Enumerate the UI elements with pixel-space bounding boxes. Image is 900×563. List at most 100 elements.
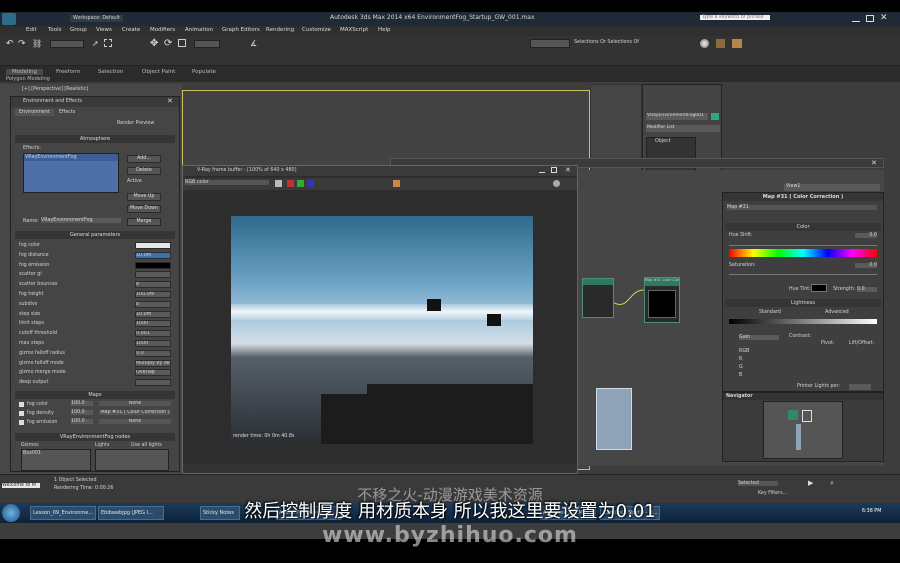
green-channel-icon[interactable] (297, 180, 304, 187)
param-value[interactable]: 8 (135, 300, 171, 308)
printer-lights-value[interactable] (849, 384, 871, 390)
general-parameters-rollout[interactable]: General parameters (15, 231, 175, 239)
menu-rendering[interactable]: Rendering (266, 27, 294, 33)
modifier-stack-item[interactable]: Object (647, 138, 695, 145)
vfb-close-icon[interactable]: ✕ (565, 166, 571, 174)
map-checkbox[interactable] (19, 402, 24, 407)
rotate-icon[interactable]: ⟳ (164, 38, 172, 49)
hue-shift-value[interactable]: 0.0 (855, 233, 877, 238)
move-up-button[interactable]: Move Up (127, 193, 161, 201)
maximize-icon[interactable] (866, 15, 874, 22)
material-node-list[interactable] (596, 388, 632, 450)
param-value[interactable]: 10.0m (135, 251, 171, 259)
tab-object-paint[interactable]: Object Paint (142, 69, 175, 75)
tab-freeform[interactable]: Freeform (56, 69, 81, 75)
material-node-small[interactable] (582, 278, 614, 318)
menu-modifiers[interactable]: Modifiers (150, 27, 175, 33)
workspace-selector[interactable]: Workspace: Default (70, 15, 123, 22)
vfb-minimize-icon[interactable] (539, 168, 545, 173)
menu-animation[interactable]: Animation (185, 27, 213, 33)
tab-environment[interactable]: Environment (15, 109, 54, 116)
menu-tools[interactable]: Tools (48, 27, 62, 33)
maps-rollout[interactable]: Maps (15, 391, 175, 399)
menu-graph-editors[interactable]: Graph Editors (222, 27, 260, 33)
menu-edit[interactable]: Edit (26, 27, 37, 33)
modifier-list-dropdown[interactable]: Modifier List (646, 125, 720, 132)
link-icon[interactable]: ⛓ (32, 39, 42, 48)
param-value[interactable] (135, 261, 171, 269)
hue-slider-track[interactable] (729, 241, 877, 246)
name-input[interactable]: VRayEnvironmentFog (41, 218, 121, 223)
select-region-icon[interactable] (104, 39, 112, 47)
minimize-icon[interactable] (852, 16, 860, 22)
selection-set-label[interactable]: Selections Or Selections Of (574, 40, 639, 45)
app-logo-icon[interactable] (2, 13, 16, 25)
map-button[interactable]: Map #31 ( Color Correction ) (99, 410, 171, 415)
map-amount[interactable]: 100.0 (71, 419, 93, 424)
nodes-rollout[interactable]: VRayEnvironmentFog nodes (15, 433, 175, 441)
gizmo-item[interactable]: Box001 (22, 450, 90, 457)
menu-views[interactable]: Views (96, 27, 112, 33)
tab-modeling[interactable]: Modeling (6, 69, 44, 75)
param-value[interactable]: 100.0m (135, 291, 171, 298)
object-name-field[interactable]: VRayEnvironmentFog001 (646, 113, 708, 120)
viewport-label[interactable]: [+] [Perspective] [Realistic] (22, 87, 88, 92)
vfb-maximize-icon[interactable] (551, 167, 557, 173)
render-setup-icon[interactable] (716, 39, 725, 48)
gizmos-list[interactable]: Box001 (21, 449, 91, 471)
render-preview-button[interactable]: Render Preview (117, 121, 154, 126)
param-value[interactable]: 0.001 (135, 330, 171, 338)
param-value[interactable] (135, 242, 171, 249)
dialog-close-icon[interactable]: ✕ (167, 97, 173, 105)
menu-maxscript[interactable]: MAXScript (340, 27, 368, 33)
active-checkbox[interactable]: Active (127, 179, 142, 184)
param-value[interactable]: 10.0m (135, 310, 171, 318)
named-selection-dropdown[interactable] (530, 39, 570, 48)
map-button[interactable]: None (99, 401, 171, 406)
param-value[interactable] (135, 379, 171, 387)
use-all-lights-checkbox[interactable]: Use all lights (131, 443, 162, 448)
navigator-preview[interactable] (763, 401, 843, 459)
atmosphere-rollout[interactable]: Atmosphere (15, 135, 175, 143)
search-input[interactable]: Type a keyword or phrase (700, 15, 770, 20)
standard-radio[interactable]: Standard (759, 310, 781, 315)
channel-dropdown[interactable]: RGB color (185, 180, 269, 185)
redo-icon[interactable]: ↷ (18, 39, 26, 49)
map-amount[interactable]: 100.0 (71, 410, 93, 415)
render-icon[interactable] (732, 39, 742, 48)
effects-list[interactable]: VRayEnvironmentFog (23, 153, 119, 193)
select-icon[interactable]: ➚ (92, 39, 99, 48)
map-amount[interactable]: 100.0 (71, 401, 93, 406)
map-name-field[interactable]: Map #31 (727, 205, 877, 210)
reference-coord-dropdown[interactable] (194, 40, 220, 48)
object-color-swatch[interactable] (711, 113, 719, 120)
render-region-icon[interactable] (393, 180, 400, 187)
menu-help[interactable]: Help (378, 27, 391, 33)
gain-dropdown[interactable]: Gain (739, 335, 779, 340)
view-dropdown[interactable]: View1 (784, 184, 880, 191)
menu-group[interactable]: Group (70, 27, 87, 33)
snap-icon[interactable]: ∡ (250, 39, 257, 48)
move-icon[interactable]: ✥ (150, 38, 158, 49)
merge-button[interactable]: Merge (127, 218, 161, 226)
param-value[interactable]: 8 (135, 281, 171, 289)
delete-button[interactable]: Delete (127, 167, 161, 175)
move-down-button[interactable]: Move Down (127, 205, 161, 213)
add-button[interactable]: Add... (127, 155, 161, 163)
rendered-image[interactable]: render time: 0h 0m 40.8s (231, 216, 533, 444)
save-image-icon[interactable] (275, 180, 282, 187)
menu-create[interactable]: Create (122, 27, 140, 33)
color-rollout[interactable]: Color (725, 223, 881, 231)
scale-icon[interactable] (178, 39, 186, 47)
advanced-radio[interactable]: Advanced (825, 310, 849, 315)
strength-value[interactable]: 0.0 (857, 287, 877, 292)
effects-list-item[interactable]: VRayEnvironmentFog (24, 154, 118, 161)
menu-customize[interactable]: Customize (302, 27, 331, 33)
undo-icon[interactable]: ↶ (6, 39, 14, 49)
slate-close-icon[interactable]: ✕ (871, 159, 877, 167)
clear-image-icon[interactable] (553, 180, 560, 187)
param-value[interactable]: 0.0 (135, 349, 171, 357)
selection-filter-dropdown[interactable] (50, 40, 84, 48)
red-channel-icon[interactable] (287, 180, 294, 187)
map-checkbox[interactable] (19, 420, 24, 425)
